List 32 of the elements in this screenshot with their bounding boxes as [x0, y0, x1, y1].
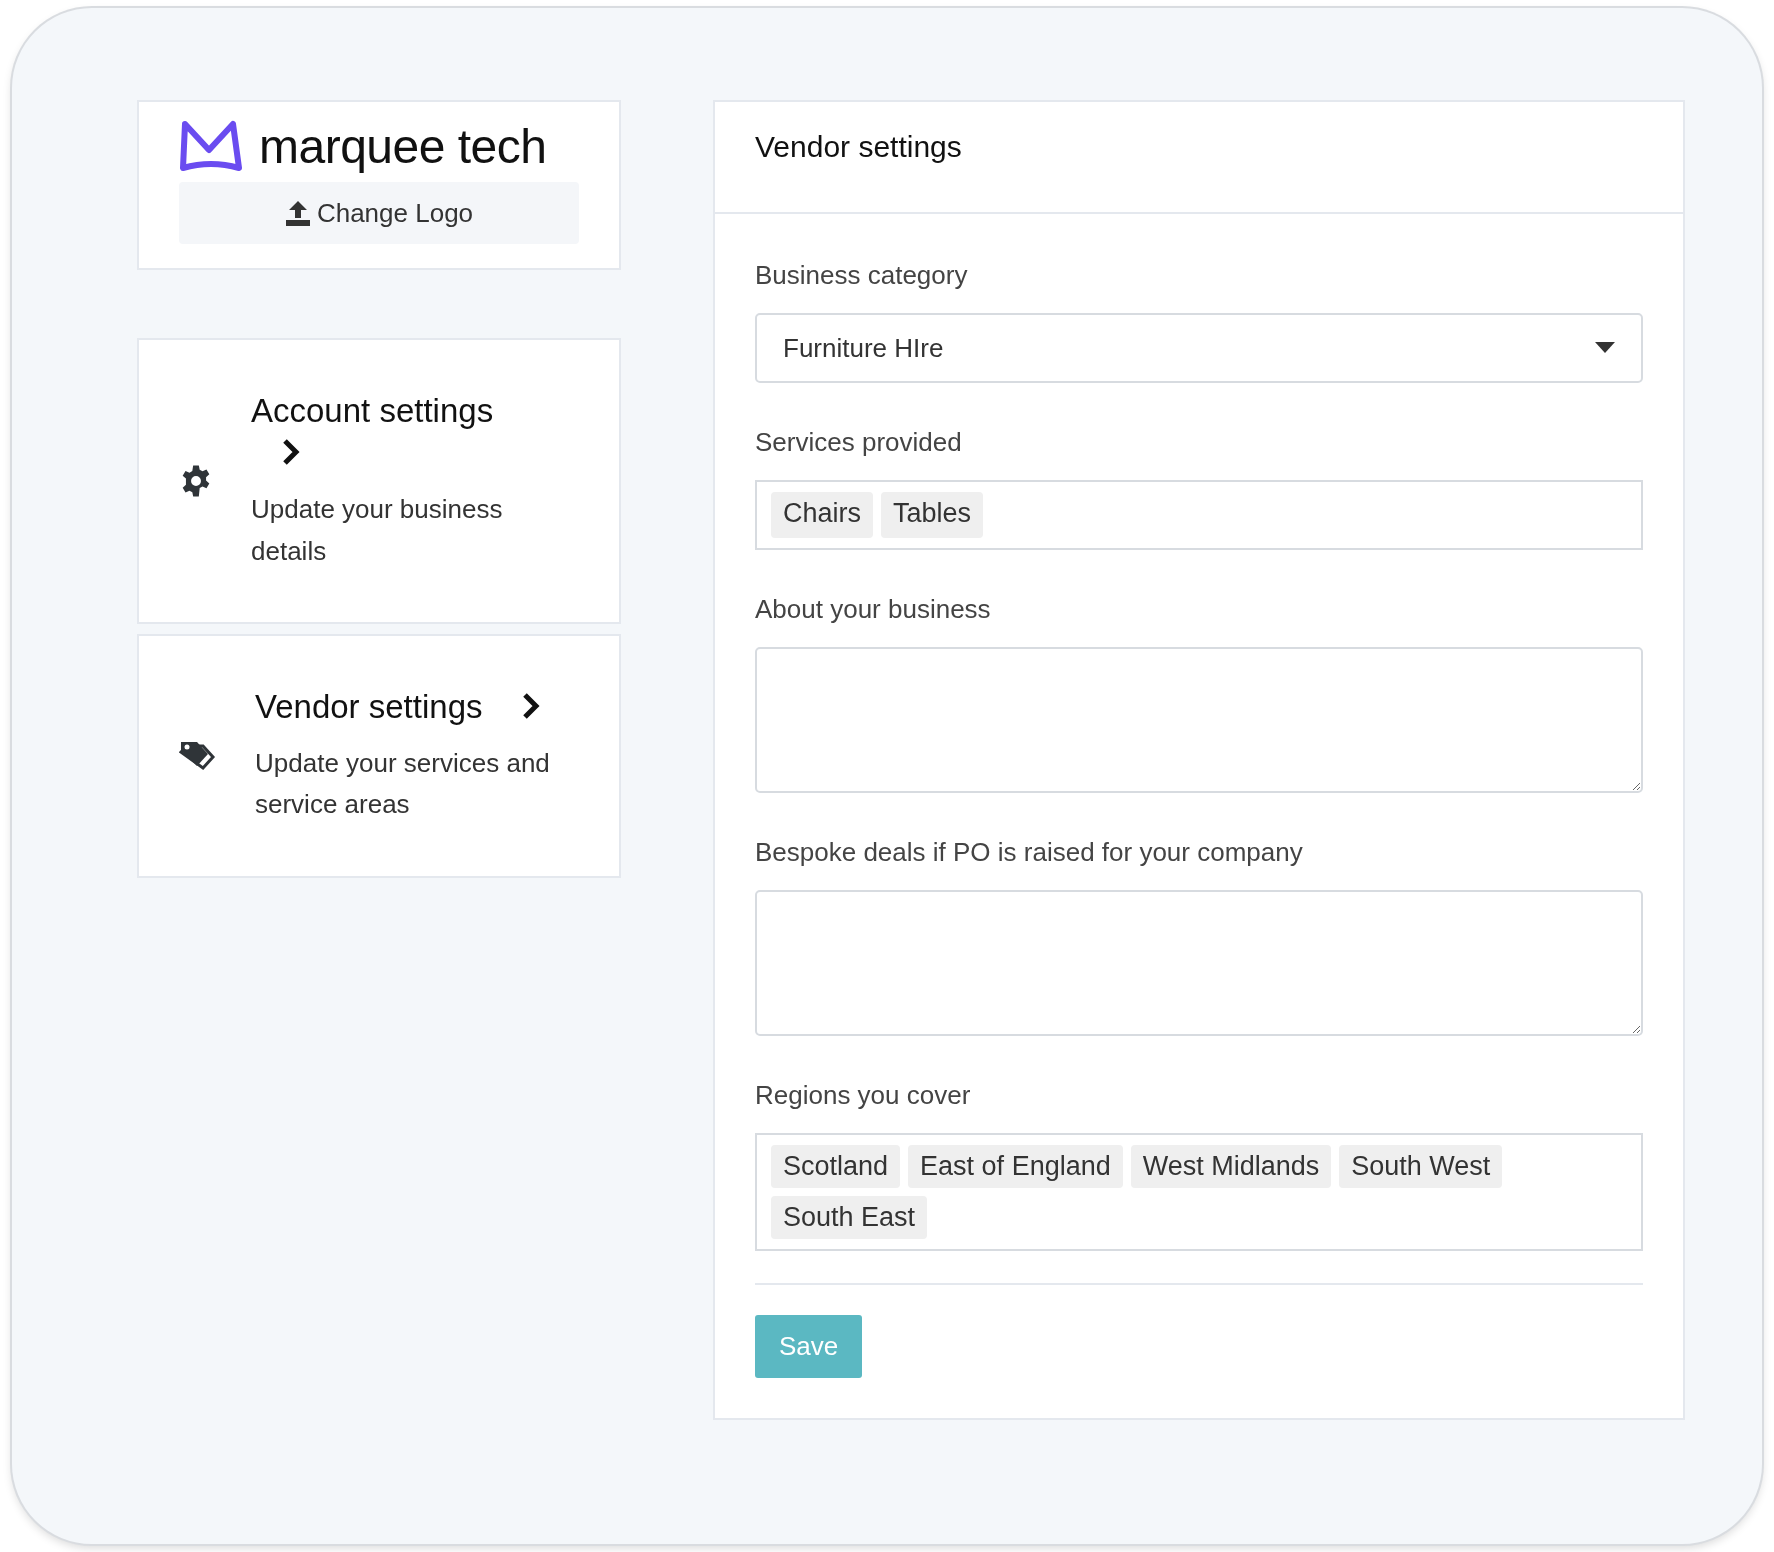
text-area[interactable] — [755, 647, 1643, 793]
tag[interactable]: Tables — [881, 492, 984, 538]
brand-name: marquee tech — [259, 120, 547, 174]
tag[interactable]: Scotland — [771, 1145, 901, 1189]
tag[interactable]: East of England — [908, 1145, 1123, 1189]
nav-title: Vendor settings — [255, 687, 483, 725]
upload-icon — [284, 200, 311, 226]
logo-icon — [179, 120, 243, 174]
change-logo-button[interactable]: Change Logo — [179, 182, 579, 244]
field-label: Bespoke deals if PO is raised for your company — [755, 836, 1304, 869]
nav-title: Account settings — [251, 391, 494, 429]
text-area[interactable] — [755, 890, 1643, 1036]
tags-icon — [179, 740, 217, 772]
field-label: Regions you cover — [755, 1079, 972, 1112]
field-label: About your business — [755, 593, 992, 626]
tag[interactable]: Chairs — [771, 492, 874, 538]
chevron-right-icon — [520, 691, 541, 720]
tag-input[interactable]: Scotland East of England West Midlands South West South East — [755, 1133, 1643, 1252]
nav-description: Update your services and service areas — [255, 746, 551, 822]
category-select[interactable]: Furniture HIre — [755, 313, 1643, 383]
chevron-right-icon — [281, 438, 301, 467]
nav-description: Update your business details — [251, 493, 504, 568]
field-label: Services provided — [755, 426, 963, 459]
panel-title: Vendor settings — [755, 129, 963, 165]
tag[interactable]: South West — [1339, 1145, 1503, 1189]
nav-card[interactable]: Account settings Update your business details — [137, 338, 621, 624]
nav-card[interactable]: Vendor settings Update your services and service areas — [137, 634, 621, 878]
field-label: Business category — [755, 259, 969, 292]
tag-input[interactable]: Chairs Tables — [755, 480, 1643, 550]
tag[interactable]: South East — [771, 1196, 928, 1240]
caret-icon — [1595, 342, 1615, 354]
tag[interactable]: West Midlands — [1130, 1145, 1332, 1189]
